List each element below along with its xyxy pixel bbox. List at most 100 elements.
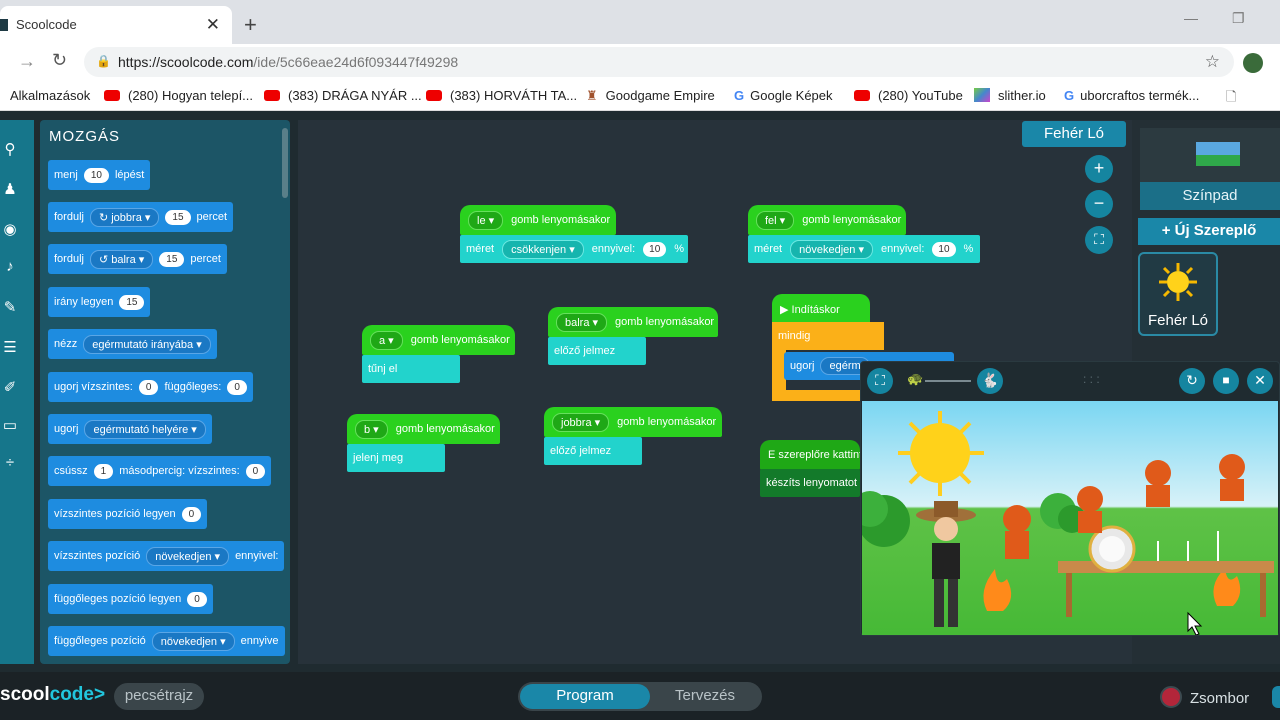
eye-category-icon[interactable]: ◉ (0, 220, 20, 238)
size-change-block[interactable]: méret növekedjen ▾ ennyivel: 10 % (748, 235, 980, 263)
when-key-pressed-hat[interactable]: le ▾ gomb lenyomásakor (460, 205, 616, 235)
target-dropdown[interactable]: egérmutató helyére ▾ (84, 419, 206, 439)
size-dropdown[interactable]: növekedjen ▾ (790, 239, 873, 259)
value-input[interactable]: 0 (181, 506, 202, 522)
key-dropdown[interactable]: fel ▾ (756, 210, 795, 230)
fullscreen-icon[interactable]: ⛶ (867, 368, 893, 394)
sound-category-icon[interactable]: ♪ (0, 258, 20, 275)
rabbit-speed-icon[interactable]: 🐇 (977, 368, 1003, 394)
profile-avatar[interactable] (1243, 53, 1263, 73)
block-goto[interactable]: ugorj egérmutató helyére ▾ (48, 414, 212, 444)
minimize-icon[interactable]: — (1184, 10, 1198, 26)
key-dropdown[interactable]: a ▾ (370, 330, 403, 350)
block-point-towards[interactable]: nézz egérmutató irányába ▾ (48, 329, 217, 359)
change-dropdown[interactable]: növekedjen ▾ (146, 546, 230, 566)
block-turn-left[interactable]: fordulj ↺ balra ▾ 15 percet (48, 244, 227, 274)
key-dropdown[interactable]: balra ▾ (556, 312, 608, 332)
previous-costume-block[interactable]: előző jelmez (544, 437, 642, 465)
project-name[interactable]: pecsétrajz (114, 683, 204, 710)
zoom-out-button[interactable]: − (1085, 190, 1113, 218)
forever-block[interactable]: mindig (772, 322, 884, 350)
direction-dropdown[interactable]: ↻ jobbra ▾ (89, 207, 160, 227)
when-key-pressed-hat[interactable]: jobbra ▾ gomb lenyomásakor (544, 407, 722, 437)
sensing-category-icon[interactable]: ✐ (0, 378, 20, 396)
looks-category-icon[interactable]: ♟ (0, 180, 20, 198)
value-input[interactable]: 1 (93, 463, 114, 479)
speed-slider[interactable] (925, 380, 971, 382)
bookmark-apps[interactable]: Alkalmazások (10, 88, 90, 103)
change-dropdown[interactable]: növekedjen ▾ (151, 631, 235, 651)
browser-tab[interactable]: Scoolcode ✕ (0, 6, 232, 44)
document-icon[interactable]: 🗋 (1226, 88, 1236, 110)
motion-category-icon[interactable]: ⚲ (0, 140, 20, 158)
sprite-card[interactable]: Fehér Ló (1138, 252, 1218, 336)
new-tab-button[interactable]: + (244, 12, 257, 38)
when-key-pressed-hat[interactable]: a ▾ gomb lenyomásakor (362, 325, 515, 355)
control-category-icon[interactable]: ☰ (0, 338, 20, 356)
variables-category-icon[interactable]: ▭ (0, 416, 20, 434)
block-move[interactable]: menj 10 lépést (48, 160, 151, 190)
when-started-hat[interactable]: ▶ Indításkor (772, 294, 870, 324)
url-field[interactable]: 🔒 https://scoolcode.com/ide/5c66eae24d6f… (84, 47, 1234, 77)
direction-dropdown[interactable]: ↺ balra ▾ (89, 249, 154, 269)
previous-costume-block[interactable]: előző jelmez (548, 337, 646, 365)
key-dropdown[interactable]: le ▾ (468, 210, 504, 230)
block-set-direction[interactable]: irány legyen 15 (48, 287, 151, 317)
reload-icon[interactable]: ↻ (52, 50, 67, 71)
value-input[interactable]: 10 (643, 241, 667, 257)
block-glide[interactable]: csússz 1 másodpercig: vízszintes: 0 (48, 456, 272, 486)
stamp-block[interactable]: készíts lenyomatot (760, 469, 860, 497)
bookmark-item[interactable]: (383) HORVÁTH TA... (426, 88, 577, 103)
restart-icon[interactable]: ↻ (1179, 368, 1205, 394)
stage-scene[interactable] (862, 401, 1278, 635)
value-input[interactable]: 15 (119, 294, 145, 310)
value-input[interactable]: 0 (187, 591, 207, 607)
pen-category-icon[interactable]: ✎ (0, 298, 20, 316)
bookmark-star-icon[interactable]: ☆ (1205, 52, 1220, 72)
value-input[interactable]: 10 (83, 167, 109, 183)
block-set-x[interactable]: vízszintes pozíció legyen 0 (48, 499, 208, 529)
tab-close-icon[interactable]: ✕ (206, 15, 220, 35)
key-dropdown[interactable]: b ▾ (355, 419, 388, 439)
block-goto-xy[interactable]: ugorj vízszintes: 0 függőleges: 0 (48, 372, 253, 402)
when-key-pressed-hat[interactable]: fel ▾ gomb lenyomásakor (748, 205, 906, 235)
size-change-block[interactable]: méret csökkenjen ▾ ennyivel: 10 % (460, 235, 688, 263)
bookmark-item[interactable]: ♜ Goodgame Empire (586, 88, 715, 104)
value-input[interactable]: 0 (138, 379, 159, 395)
key-dropdown[interactable]: jobbra ▾ (552, 412, 610, 432)
zoom-fit-button[interactable]: ⛶ (1085, 226, 1113, 254)
block-change-y[interactable]: függőleges pozíció növekedjen ▾ ennyive (48, 626, 285, 656)
block-set-y[interactable]: függőleges pozíció legyen 0 (48, 584, 213, 614)
value-input[interactable]: 15 (159, 251, 185, 267)
target-dropdown[interactable]: egérmutató irányába ▾ (83, 334, 211, 354)
drag-handle[interactable]: : : : (1083, 372, 1100, 386)
bookmark-item[interactable]: slither.io (974, 88, 1046, 103)
show-block[interactable]: jelenj meg (347, 444, 445, 472)
new-sprite-button[interactable]: + Új Szereplő (1138, 218, 1280, 245)
when-key-pressed-hat[interactable]: b ▾ gomb lenyomásakor (347, 414, 500, 444)
value-input[interactable]: 0 (245, 463, 266, 479)
bookmark-item[interactable]: (383) DRÁGA NYÁR ... (264, 88, 422, 103)
stop-icon[interactable]: ■ (1213, 368, 1239, 394)
close-runtime-icon[interactable]: ✕ (1247, 368, 1273, 394)
value-input[interactable]: 10 (932, 241, 956, 257)
side-toggle[interactable] (1272, 686, 1280, 708)
value-input[interactable]: 15 (165, 209, 191, 225)
hide-block[interactable]: tűnj el (362, 355, 460, 383)
when-key-pressed-hat[interactable]: balra ▾ gomb lenyomásakor (548, 307, 718, 337)
bookmark-item[interactable]: (280) YouTube (854, 88, 963, 103)
block-change-x[interactable]: vízszintes pozíció növekedjen ▾ ennyivel… (48, 541, 285, 571)
bookmark-item[interactable]: (280) Hogyan telepí... (104, 88, 253, 103)
when-sprite-clicked-hat[interactable]: E szereplőre kattint (760, 440, 862, 470)
zoom-in-button[interactable]: + (1085, 155, 1113, 183)
value-input[interactable]: 0 (227, 379, 247, 395)
maximize-icon[interactable]: ❐ (1232, 10, 1245, 27)
forward-icon[interactable]: → (18, 51, 36, 72)
palette-scrollbar[interactable] (282, 128, 288, 198)
tab-program[interactable]: Program (520, 684, 650, 709)
operators-category-icon[interactable]: ÷ (0, 454, 20, 471)
size-dropdown[interactable]: csökkenjen ▾ (502, 239, 584, 259)
block-turn-right[interactable]: fordulj ↻ jobbra ▾ 15 percet (48, 202, 234, 232)
bookmark-item[interactable]: Guborcraftos termék... (1064, 88, 1199, 103)
scoolcode-logo[interactable]: scoolcode> (0, 684, 105, 706)
